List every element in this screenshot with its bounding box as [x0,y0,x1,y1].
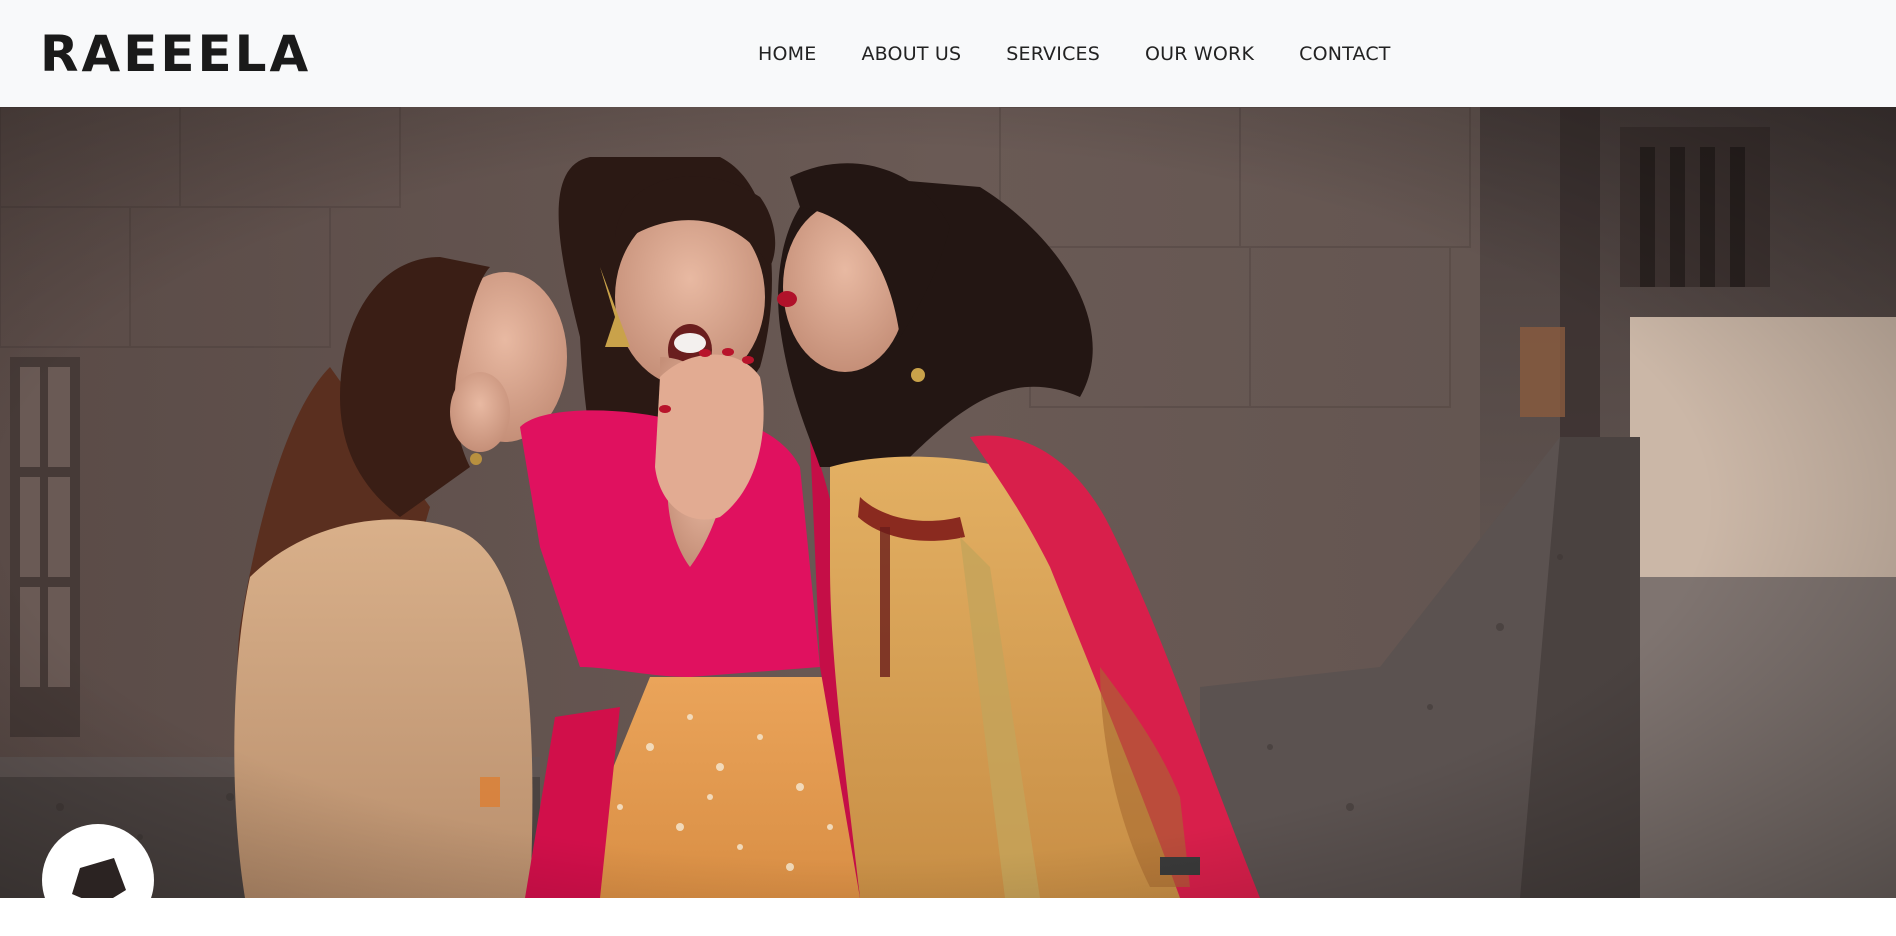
hero-photo [0,107,1896,898]
nav-link-about-us[interactable]: ABOUT US [861,43,961,65]
nav-item-contact: CONTACT [1299,40,1391,68]
nav-link-home[interactable]: HOME [758,43,816,65]
hero-banner [0,107,1896,898]
nav-link-services[interactable]: SERVICES [1006,43,1100,65]
brand-logo[interactable]: RAEEELA [40,24,311,84]
nav-link-our-work[interactable]: OUR WORK [1145,43,1254,65]
navbar: RAEEELA HOME ABOUT US SERVICES OUR WORK … [0,0,1896,107]
nav-item-our-work: OUR WORK [1145,40,1254,68]
nav-item-home: HOME [758,40,816,68]
nav-item-about: ABOUT US [861,40,961,68]
nav-item-services: SERVICES [1006,40,1100,68]
nav-link-contact[interactable]: CONTACT [1299,43,1391,65]
main-nav: HOME ABOUT US SERVICES OUR WORK CONTACT [758,40,1436,68]
page-bottom-strip [0,898,1896,936]
